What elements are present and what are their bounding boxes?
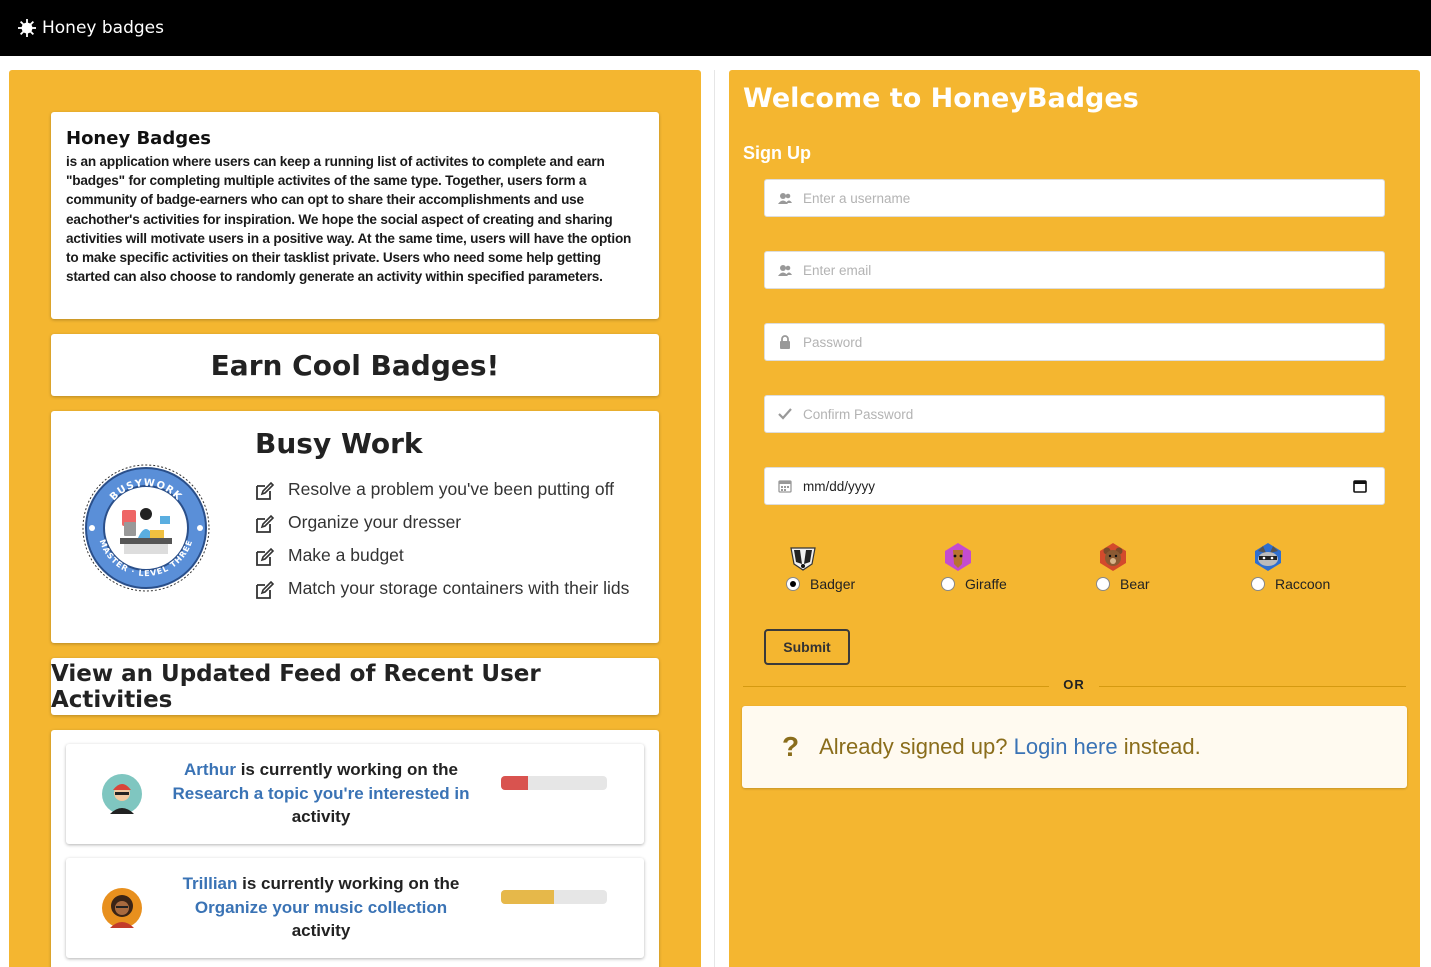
progress-fill (501, 890, 554, 904)
progress-bar (501, 776, 607, 790)
task-label: Make a budget (288, 545, 404, 565)
raccoon-label[interactable]: Raccoon (1275, 576, 1330, 592)
busywork-badge-icon: BUSYWORK MASTER · LEVEL THREE (82, 464, 210, 592)
edit-icon[interactable] (254, 546, 276, 568)
list-item[interactable]: Resolve a problem you've been putting of… (254, 477, 644, 502)
edit-icon[interactable] (254, 579, 276, 601)
feed-suffix: activity (291, 807, 351, 826)
user-link[interactable]: Trillian (183, 874, 238, 893)
submit-button[interactable]: Submit (764, 629, 850, 665)
avatar-trillian[interactable] (102, 888, 142, 928)
signup-heading: Sign Up (743, 143, 811, 163)
feed-title: View an Updated Feed of Recent User Acti… (51, 660, 541, 713)
giraffe-label[interactable]: Giraffe (965, 576, 1007, 592)
list-item[interactable]: Organize your dresser (254, 510, 644, 535)
raccoon-icon (1255, 543, 1281, 571)
info-panel: Honey Badges is an application where use… (9, 70, 701, 967)
activity-feed: Arthur is currently working on the Resea… (51, 730, 659, 967)
or-label: OR (1049, 677, 1099, 692)
login-prefix: Already signed up? (819, 734, 1008, 759)
bear-label[interactable]: Bear (1120, 576, 1150, 592)
birthdate-field[interactable]: mm/dd/yyyy (764, 467, 1385, 505)
feed-item: Trillian is currently working on the Org… (66, 858, 644, 958)
check-icon (778, 408, 792, 420)
question-icon: ? (782, 731, 800, 762)
confirm-password-input[interactable] (803, 406, 1384, 422)
panel-divider (714, 70, 715, 967)
feed-message: Arthur is currently working on the Resea… (161, 758, 481, 829)
login-prompt: Already signed up? Login here instead. (819, 734, 1201, 760)
email-field[interactable] (764, 251, 1385, 289)
feed-message: Trillian is currently working on the Org… (161, 872, 481, 943)
badger-icon (790, 547, 816, 571)
feed-mid-text: is currently working on the (240, 760, 458, 779)
calendar-picker-icon[interactable] (1353, 479, 1367, 493)
task-label: Organize your dresser (288, 512, 462, 532)
gear-icon[interactable] (18, 19, 36, 37)
feed-mid-text: is currently working on the (242, 874, 460, 893)
username-field[interactable] (764, 179, 1385, 217)
list-item[interactable]: Match your storage containers with their… (254, 576, 644, 601)
login-message: ? Already signed up? Login here instead. (742, 706, 1407, 788)
user-link[interactable]: Arthur (184, 760, 236, 779)
raccoon-radio[interactable] (1251, 577, 1265, 591)
about-card: Honey Badges is an application where use… (51, 112, 659, 319)
activity-link[interactable]: Research a topic you're interested in (173, 784, 470, 803)
feed-item: Arthur is currently working on the Resea… (66, 744, 644, 844)
password-field[interactable] (764, 323, 1385, 361)
welcome-title: Welcome to HoneyBadges (743, 83, 1139, 114)
email-input[interactable] (803, 262, 1384, 278)
badger-label[interactable]: Badger (810, 576, 855, 592)
users-icon (778, 193, 792, 204)
progress-fill (501, 776, 528, 790)
bear-radio[interactable] (1096, 577, 1110, 591)
busy-work-card: BUSYWORK MASTER · LEVEL THREE Busy Work … (51, 411, 659, 643)
busy-work-list: Resolve a problem you've been putting of… (254, 477, 644, 609)
password-input[interactable] (803, 334, 1384, 350)
progress-bar (501, 890, 607, 904)
lock-icon (780, 335, 790, 349)
top-navbar: Honey badges (0, 0, 1431, 56)
signup-panel: Welcome to HoneyBadges Sign Up mm/dd/yyy… (729, 70, 1420, 967)
list-item[interactable]: Make a budget (254, 543, 644, 568)
avatar-arthur[interactable] (102, 774, 142, 814)
busy-work-title: Busy Work (255, 427, 423, 460)
about-description: is an application where users can keep a… (66, 154, 632, 285)
username-input[interactable] (803, 190, 1384, 206)
brand-title[interactable]: Honey badges (42, 18, 164, 38)
about-title: Honey Badges (66, 128, 212, 149)
feed-suffix: activity (291, 921, 351, 940)
bear-icon (1100, 543, 1126, 571)
task-label: Resolve a problem you've been putting of… (288, 479, 615, 499)
giraffe-icon (945, 543, 971, 571)
confirm-password-field[interactable] (764, 395, 1385, 433)
giraffe-radio[interactable] (941, 577, 955, 591)
activity-link[interactable]: Organize your music collection (195, 898, 447, 917)
badger-radio[interactable] (786, 577, 800, 591)
login-link[interactable]: Login here (1014, 734, 1118, 759)
earn-badges-title: Earn Cool Badges! (210, 348, 500, 382)
date-input[interactable]: mm/dd/yyyy (803, 479, 1353, 494)
edit-icon[interactable] (254, 513, 276, 535)
earn-badges-card: Earn Cool Badges! (51, 334, 659, 396)
avatar-radio-group: Badger Giraffe Bear Raccoon (786, 542, 1426, 598)
users-icon (778, 265, 792, 276)
login-suffix: instead. (1123, 734, 1201, 759)
edit-icon[interactable] (254, 480, 276, 502)
feed-title-card: View an Updated Feed of Recent User Acti… (51, 658, 659, 715)
calendar-icon (778, 480, 792, 493)
task-label: Match your storage containers with their… (288, 578, 630, 598)
